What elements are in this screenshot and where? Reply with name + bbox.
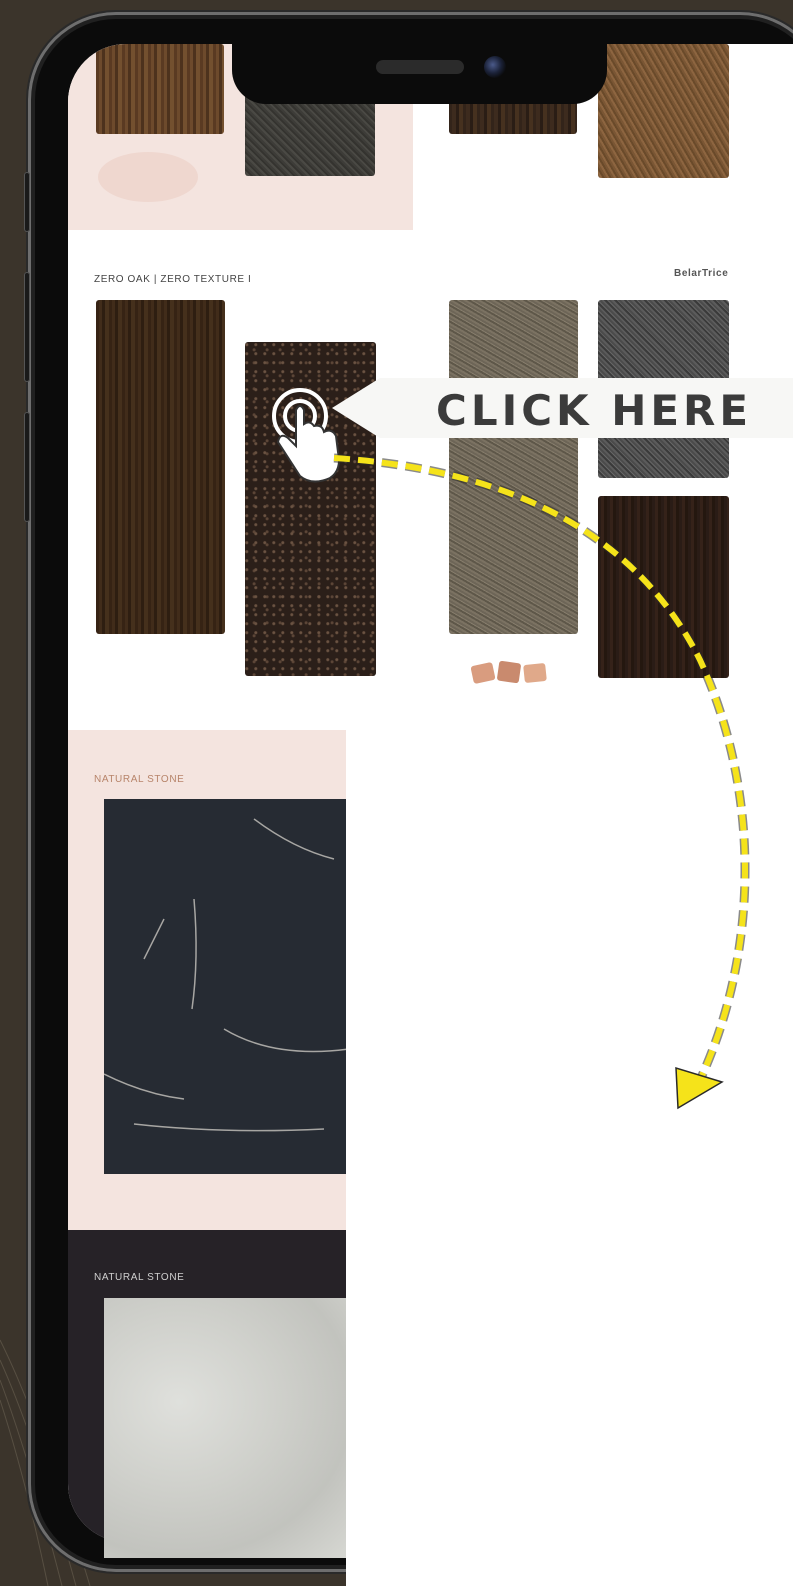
swatch-white-marble[interactable] xyxy=(104,1298,354,1558)
section-heading-zero-oak: ZERO OAK | ZERO TEXTURE I xyxy=(94,274,252,285)
speaker-grille xyxy=(376,60,464,74)
sample-chips xyxy=(470,660,552,686)
swatch-black-marble[interactable] xyxy=(103,799,354,1174)
brand-logo-text: BelarTrice xyxy=(674,268,729,279)
section-heading-natural-stone-dark: NATURAL STONE xyxy=(94,1272,185,1283)
handwriting-signature xyxy=(98,152,198,202)
swatch-taupe[interactable] xyxy=(449,300,578,634)
front-camera xyxy=(484,56,506,78)
volume-up-button xyxy=(24,272,30,382)
marble-veins xyxy=(103,818,350,1132)
phone-notch xyxy=(232,44,607,104)
side-button xyxy=(24,172,30,232)
volume-down-button xyxy=(24,412,30,522)
click-here-callout[interactable]: CLICK HERE xyxy=(332,378,793,438)
swatch-brown-grain[interactable] xyxy=(598,44,729,178)
swatch-chocolate[interactable] xyxy=(598,496,729,678)
swatch-oak-tall[interactable] xyxy=(96,300,225,634)
click-here-label: CLICK HERE xyxy=(436,386,753,435)
blank-content-area xyxy=(346,697,793,1586)
section-heading-natural-stone: NATURAL STONE xyxy=(94,774,185,785)
swatch-wood-walnut[interactable] xyxy=(96,44,224,134)
